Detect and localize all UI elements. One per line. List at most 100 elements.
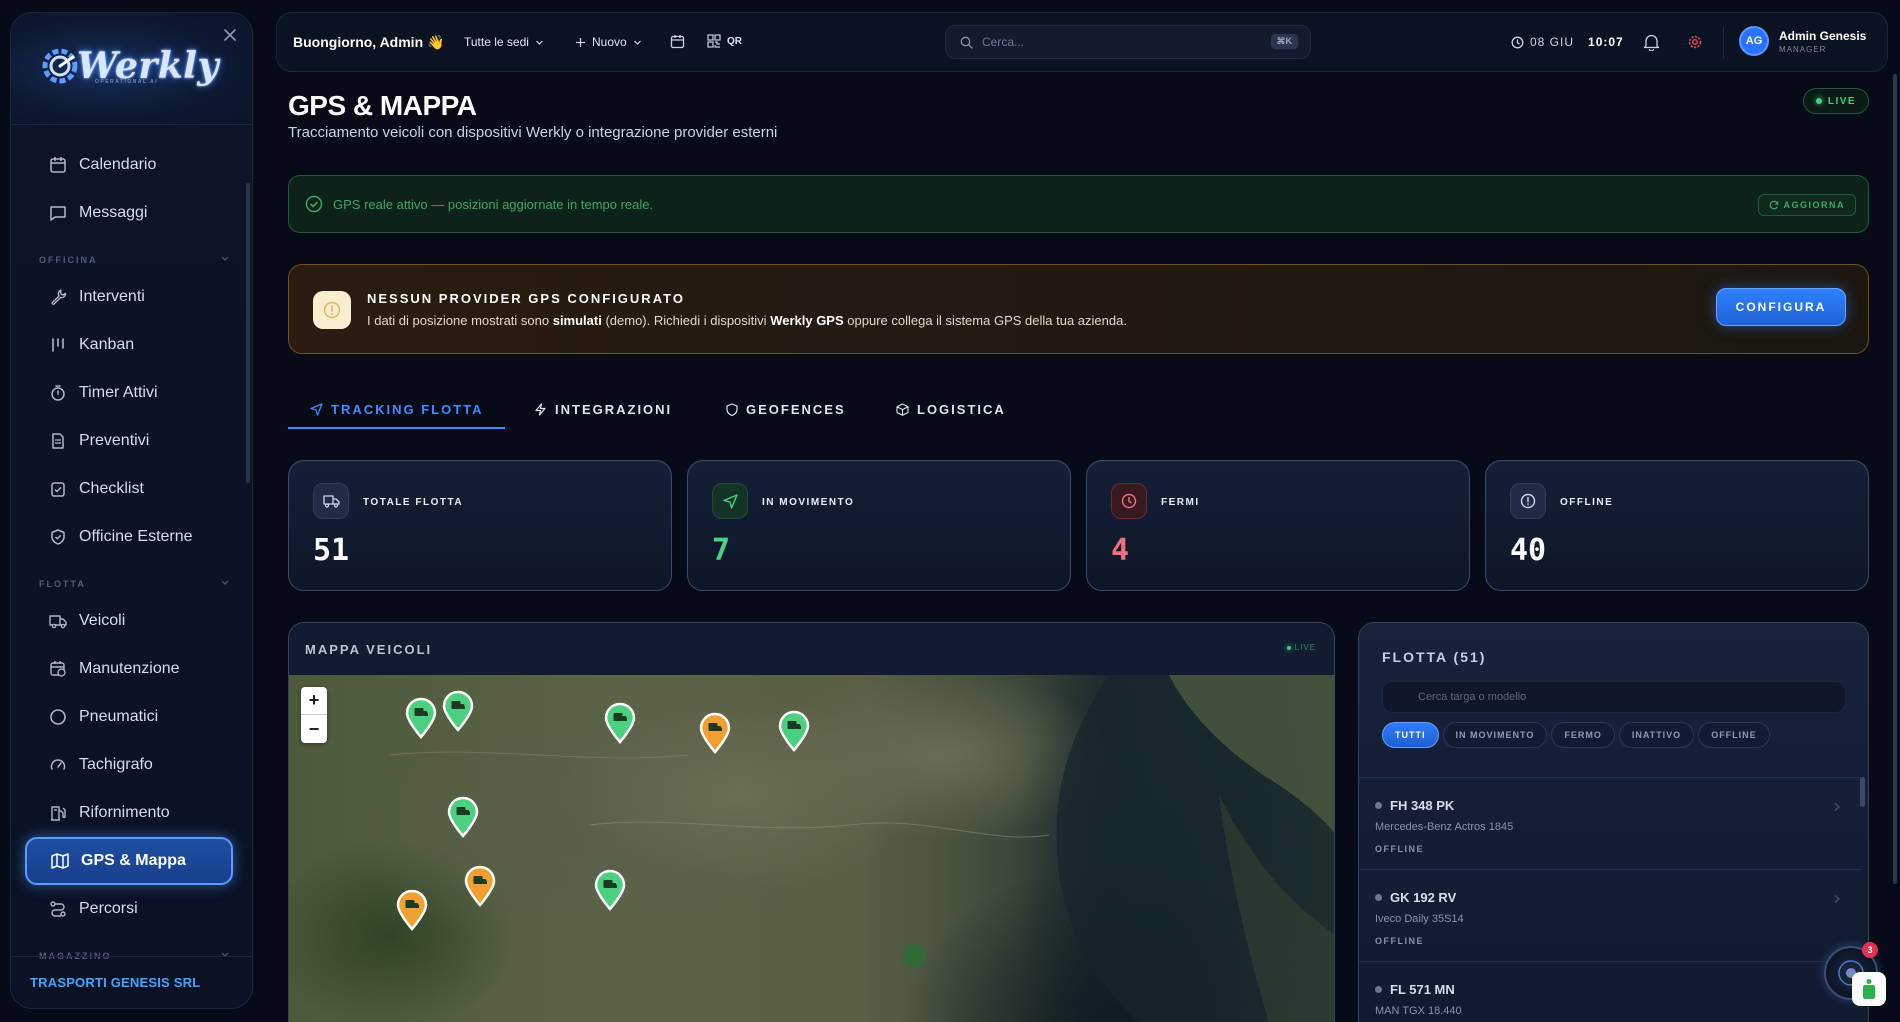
vehicle-pin-moving[interactable]	[441, 690, 475, 732]
map-pin-icon	[594, 869, 626, 911]
wrench-icon	[51, 289, 67, 306]
sidebar-item-preventivi[interactable]: Preventivi	[25, 421, 233, 461]
fleet-search-input[interactable]: Cerca targa o modello	[1382, 681, 1846, 713]
zoom-control: + −	[301, 687, 327, 743]
map-panel: MAPPA VEICOLI LIVE + −	[288, 622, 1335, 1022]
filter-tutti[interactable]: TUTTI	[1382, 722, 1439, 748]
sidebar-item-veicoli[interactable]: Veicoli	[25, 601, 233, 641]
fleet-filters: TUTTI IN MOVIMENTO FERMO INATTIVO OFFLIN…	[1382, 722, 1770, 748]
vehicle-map[interactable]: + −	[289, 675, 1334, 1022]
vehicle-pin-moving[interactable]	[593, 869, 627, 911]
map-pin-icon	[699, 712, 731, 754]
search-input[interactable]: Cerca... ⌘K	[945, 25, 1311, 59]
page-subtitle: Tracciamento veicoli con dispositivi Wer…	[288, 124, 778, 141]
sidebar-item-pneumatici[interactable]: Pneumatici	[25, 697, 233, 737]
vehicle-pin-stopped[interactable]	[395, 889, 429, 931]
fleet-scrollbar[interactable]	[1860, 777, 1865, 807]
vehicle-pin-stopped[interactable]	[463, 865, 497, 907]
configure-button[interactable]: CONFIGURA	[1716, 288, 1846, 326]
user-menu[interactable]: AG Admin Genesis MANAGER	[1739, 26, 1866, 56]
page-scrollbar[interactable]	[1893, 74, 1897, 884]
warning-title: NESSUN PROVIDER GPS CONFIGURATO	[367, 291, 685, 306]
sidebar-item-calendario[interactable]: Calendario	[25, 145, 233, 185]
stat-icon-box	[712, 483, 748, 519]
sidebar-item-timer-attivi[interactable]: Timer Attivi	[25, 373, 233, 413]
section-officina[interactable]: OFFICINA	[39, 255, 229, 265]
stat-label: TOTALE FLOTTA	[363, 497, 464, 508]
fleet-row[interactable]: FL 571 MN MAN TGX 18.440	[1359, 961, 1862, 1022]
vehicle-pin-moving[interactable]	[446, 796, 480, 838]
plate-text: FL 571 MN	[1390, 982, 1455, 997]
sidebar-item-label: Veicoli	[79, 612, 126, 629]
sidebar-item-officine-esterne[interactable]: Officine Esterne	[25, 517, 233, 557]
sidebar-item-tachigrafo[interactable]: Tachigrafo	[25, 745, 233, 785]
qr-code-icon	[707, 34, 721, 48]
page-title: GPS & MAPPA	[288, 90, 477, 121]
vehicle-plate: GK 192 RV	[1375, 890, 1456, 905]
tabs: TRACKING FLOTTA INTEGRAZIONI GEOFENCES L…	[288, 390, 1088, 430]
shield-check-icon	[51, 529, 65, 545]
tab-tracking-flotta[interactable]: TRACKING FLOTTA	[310, 390, 484, 428]
calendar-button[interactable]	[670, 34, 685, 49]
fleet-row[interactable]: FH 348 PK Mercedes-Benz Actros 1845 OFFL…	[1359, 777, 1862, 869]
vehicle-status: OFFLINE	[1375, 844, 1424, 854]
fleet-row[interactable]: GK 192 RV Iveco Daily 35S14 OFFLINE	[1359, 869, 1862, 961]
sidebar-item-label: Interventi	[79, 288, 145, 305]
tab-logistica[interactable]: LOGISTICA	[896, 390, 1006, 428]
vehicle-plate: FL 571 MN	[1375, 982, 1455, 997]
notifications-button[interactable]	[1643, 33, 1660, 51]
zoom-in-button[interactable]: +	[301, 687, 327, 715]
navigation-icon	[722, 493, 738, 509]
vehicle-model: Mercedes-Benz Actros 1845	[1375, 821, 1514, 833]
close-icon[interactable]	[222, 27, 238, 43]
sidebar-item-interventi[interactable]: Interventi	[25, 277, 233, 317]
vehicle-pin-moving[interactable]	[603, 702, 637, 744]
tire-icon	[50, 709, 66, 725]
refresh-button[interactable]: AGGIORNA	[1757, 194, 1856, 216]
accessibility-button[interactable]	[1852, 972, 1886, 1006]
sidebar-item-label: GPS & Mappa	[81, 852, 186, 869]
sidebar-item-kanban[interactable]: Kanban	[25, 325, 233, 365]
qr-button[interactable]: QR	[707, 34, 742, 48]
vehicle-pin-moving[interactable]	[777, 710, 811, 752]
settings-button[interactable]	[1687, 34, 1703, 50]
tab-geofences[interactable]: GEOFENCES	[726, 390, 846, 428]
sidebar-item-label: Calendario	[79, 156, 157, 173]
sidebar-item-rifornimento[interactable]: Rifornimento	[25, 793, 233, 833]
filter-offline[interactable]: OFFLINE	[1698, 722, 1770, 748]
lightning-icon	[535, 402, 546, 416]
map-title: MAPPA VEICOLI	[305, 641, 433, 657]
map-pin-icon	[778, 710, 810, 752]
filter-in-movimento[interactable]: IN MOVIMENTO	[1442, 722, 1548, 748]
vehicle-pin-stopped[interactable]	[698, 712, 732, 754]
vehicle-pin-moving[interactable]	[404, 697, 438, 739]
search-shortcut: ⌘K	[1270, 34, 1298, 49]
plate-text: GK 192 RV	[1390, 890, 1457, 905]
new-button[interactable]: Nuovo	[575, 35, 642, 49]
chevron-down-icon	[633, 40, 641, 45]
section-flotta[interactable]: FLOTTA	[39, 579, 229, 589]
sidebar-item-gps-mappa[interactable]: GPS & Mappa	[25, 837, 233, 885]
date-text: 08 GIU	[1530, 35, 1575, 49]
sidebar-item-manutenzione[interactable]: Manutenzione	[25, 649, 233, 689]
sidebar-item-checklist[interactable]: Checklist	[25, 469, 233, 509]
sidebar-scrollbar[interactable]	[246, 183, 250, 483]
live-dot-icon	[1815, 98, 1822, 104]
stat-label: FERMI	[1161, 497, 1200, 508]
zoom-out-button[interactable]: −	[301, 715, 327, 743]
message-icon	[50, 206, 66, 221]
vehicle-model: MAN TGX 18.440	[1375, 1005, 1462, 1017]
sidebar-item-messaggi[interactable]: Messaggi	[25, 193, 233, 233]
sidebar-item-label: Pneumatici	[79, 708, 159, 725]
sidebar-item-percorsi[interactable]: Percorsi	[25, 889, 233, 929]
company-name[interactable]: TRASPORTI GENESIS SRL	[11, 956, 252, 1008]
location-select[interactable]: Tutte le sedi	[464, 35, 544, 49]
tab-integrazioni[interactable]: INTEGRAZIONI	[534, 390, 672, 428]
filter-inattivo[interactable]: INATTIVO	[1618, 722, 1695, 748]
stat-card-offline: OFFLINE 40	[1485, 460, 1869, 591]
section-label: FLOTTA	[39, 579, 86, 589]
fuel-icon	[51, 806, 66, 821]
timer-icon	[51, 385, 65, 401]
filter-fermo[interactable]: FERMO	[1551, 722, 1615, 748]
map-pin-icon	[464, 865, 496, 907]
